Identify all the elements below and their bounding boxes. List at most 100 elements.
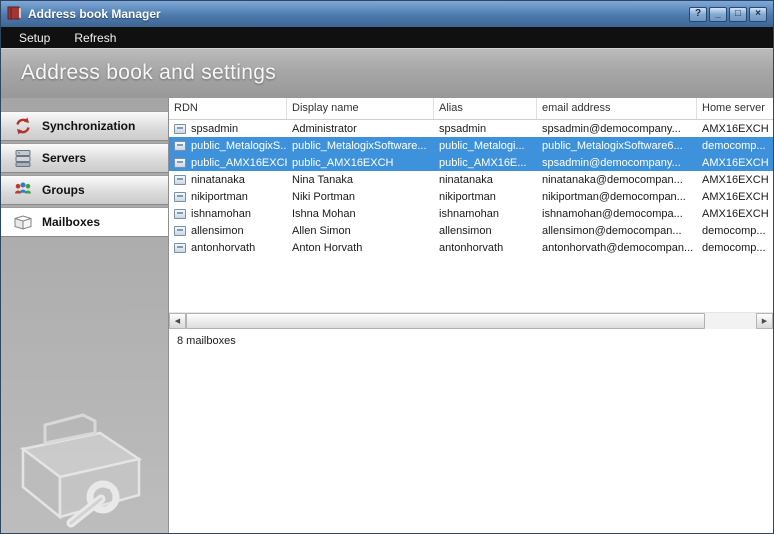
cell-text: allensimon [439, 225, 492, 237]
table-cell: ninatanaka [434, 171, 537, 188]
cell-text: nikiportman [439, 191, 496, 203]
cell-text: ishnamohan [439, 208, 499, 220]
sidebar-item-synchronization[interactable]: Synchronization [1, 111, 168, 141]
table-cell: AMX16EXCH [697, 154, 773, 171]
table-cell: public_AMX16EXCH [287, 154, 434, 171]
sync-icon [13, 116, 33, 136]
table-row[interactable]: allensimonAllen Simonallensimonallensimo… [169, 222, 773, 239]
table-cell: spsadmin@democompany... [537, 154, 697, 171]
content-area: Synchronization Servers [1, 98, 773, 533]
table-cell: public_MetalogixS... [169, 137, 287, 154]
table-cell: Administrator [287, 120, 434, 137]
sidebar-item-mailboxes[interactable]: Mailboxes [1, 207, 168, 237]
column-header-home-server[interactable]: Home server [697, 98, 773, 119]
table-row[interactable]: ishnamohan Ishna Mohan ishnamohan ishnamoha… [169, 205, 773, 222]
cell-text: ishnamohan [191, 208, 251, 220]
table-cell: spsadmin [169, 120, 287, 137]
table-row[interactable]: antonhorvath Anton Horvath antonhorvath ant… [169, 239, 773, 256]
cell-text: spsadmin [191, 123, 238, 135]
cell-text: democomp... [702, 225, 766, 237]
groups-icon [13, 180, 33, 200]
cell-text: antonhorvath [439, 242, 503, 254]
table-cell: public_MetalogixSoftware... [287, 137, 434, 154]
title-bar[interactable]: Address book Manager ? _ □ × [1, 1, 773, 27]
menu-item-setup[interactable]: Setup [19, 31, 50, 45]
sidebar-item-label: Synchronization [42, 119, 135, 133]
table-cell: Allen Simon [287, 222, 434, 239]
table-cell: nikiportman [434, 188, 537, 205]
cell-text: antonhorvath@democompan... [542, 242, 693, 254]
scrollbar-thumb[interactable] [186, 313, 705, 329]
table-row[interactable]: public_AMX16EXCH public_AMX16EXCH public_A… [169, 154, 773, 171]
column-header-display-name[interactable]: Display name [287, 98, 434, 119]
cell-text: Nina Tanaka [292, 174, 353, 186]
cell-text: nikiportman [191, 191, 248, 203]
sidebar-item-groups[interactable]: Groups [1, 175, 168, 205]
cell-text: public_Metalogi... [439, 140, 525, 152]
table-row[interactable]: spsadmin Administrator spsadmin spsadmin@de… [169, 120, 773, 137]
table-cell: nikiportman [169, 188, 287, 205]
horizontal-scrollbar[interactable]: ◀ ▶ [169, 312, 773, 329]
table-cell: ishnamohan [169, 205, 287, 222]
table-row[interactable]: ninatanakaNina Tanakaninatanakaninatanak… [169, 171, 773, 188]
column-header-email-address[interactable]: email address [537, 98, 697, 119]
cell-text: Niki Portman [292, 191, 355, 203]
address-book-app-icon [7, 6, 22, 23]
table-cell: nikiportman@democompan... [537, 188, 697, 205]
cell-text: Ishna Mohan [292, 208, 356, 220]
scroll-right-arrow-icon[interactable]: ▶ [756, 313, 773, 329]
table-row[interactable]: nikiportman Niki Portman nikiportman nikipo… [169, 188, 773, 205]
cell-text: public_MetalogixSoftware6... [542, 140, 683, 152]
status-bar: 8 mailboxes [169, 329, 773, 533]
cell-text: public_AMX16EXCH [292, 157, 394, 169]
table-row[interactable]: public_MetalogixS...public_MetalogixSoft… [169, 137, 773, 154]
table-cell: ishnamohan [434, 205, 537, 222]
table-body: spsadmin Administrator spsadmin spsadmin@de… [169, 120, 773, 312]
cell-text: spsadmin@democompany... [542, 123, 681, 135]
mailbox-icon [174, 192, 186, 202]
close-button[interactable]: × [749, 7, 767, 22]
scrollbar-track[interactable] [186, 313, 756, 329]
cell-text: antonhorvath [191, 242, 255, 254]
mailbox-icon [174, 209, 186, 219]
cell-text: Administrator [292, 123, 357, 135]
column-header-alias[interactable]: Alias [434, 98, 537, 119]
table-cell: democomp... [697, 137, 773, 154]
cell-text: Anton Horvath [292, 242, 362, 254]
menu-bar: Setup Refresh [1, 27, 773, 48]
minimize-button[interactable]: _ [709, 7, 727, 22]
mailbox-icon [174, 243, 186, 253]
help-button[interactable]: ? [689, 7, 707, 22]
cell-text: public_AMX16EXCH [191, 157, 287, 169]
table-cell: AMX16EXCH [697, 171, 773, 188]
sidebar: Synchronization Servers [1, 98, 168, 533]
mailboxes-panel: RDN Display name Alias email address Hom… [168, 98, 773, 533]
cell-text: allensimon@democompan... [542, 225, 682, 237]
table-cell: Ishna Mohan [287, 205, 434, 222]
mailbox-icon [174, 141, 186, 151]
window-title: Address book Manager [28, 7, 161, 21]
cell-text: spsadmin@democompany... [542, 157, 681, 169]
cell-text: democomp... [702, 140, 766, 152]
page-header: Address book and settings [1, 48, 773, 98]
status-text: 8 mailboxes [177, 335, 236, 347]
window-controls: ? _ □ × [689, 7, 767, 22]
table-cell: ishnamohan@democompa... [537, 205, 697, 222]
menu-item-refresh[interactable]: Refresh [74, 31, 116, 45]
sidebar-item-servers[interactable]: Servers [1, 143, 168, 173]
mailbox-icon [174, 226, 186, 236]
table-cell: Niki Portman [287, 188, 434, 205]
column-header-rdn[interactable]: RDN [169, 98, 287, 119]
cell-text: AMX16EXCH [702, 157, 769, 169]
cell-text: public_AMX16E... [439, 157, 526, 169]
page-title: Address book and settings [21, 61, 276, 85]
window: Address book Manager ? _ □ × Setup Refre… [0, 0, 774, 534]
table-cell: spsadmin [434, 120, 537, 137]
table-cell: democomp... [697, 222, 773, 239]
scroll-left-arrow-icon[interactable]: ◀ [169, 313, 186, 329]
cell-text: ishnamohan@democompa... [542, 208, 683, 220]
maximize-button[interactable]: □ [729, 7, 747, 22]
sidebar-item-label: Groups [42, 183, 85, 197]
mailboxes-icon [13, 212, 33, 232]
table-cell: AMX16EXCH [697, 188, 773, 205]
